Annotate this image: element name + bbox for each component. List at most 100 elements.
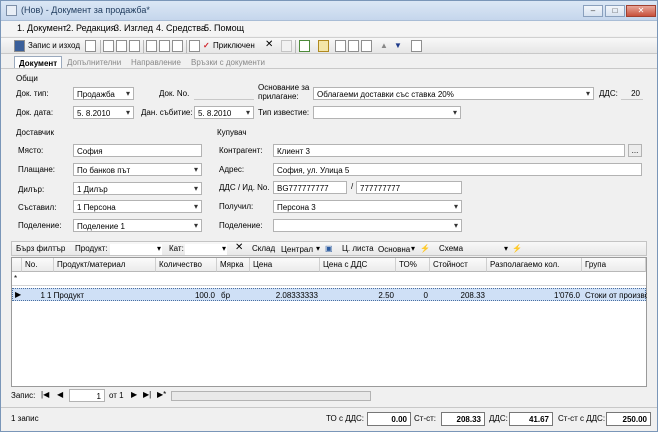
new-record-icon[interactable]: ▶* xyxy=(157,390,166,399)
save-icon[interactable] xyxy=(14,40,25,52)
save-new-icon[interactable] xyxy=(85,40,96,52)
menu-view[interactable]: 3. Изглед xyxy=(114,23,153,33)
price-list-lightning-icon[interactable]: ⚡ xyxy=(420,244,430,255)
column-header-no[interactable]: No. xyxy=(22,258,54,272)
product-filter-select[interactable] xyxy=(110,244,162,255)
basis-select[interactable]: Облагаеми доставки със ставка 20% xyxy=(313,87,594,100)
window-title: (Нов) - Документ за продажба* xyxy=(21,5,150,15)
column-header-price-vat[interactable]: Цена с ДДС xyxy=(320,258,396,272)
menu-edit[interactable]: 2. Редакция xyxy=(66,23,116,33)
record-count: от 1 xyxy=(109,391,124,400)
cell-available[interactable]: 1'076.0 xyxy=(488,291,580,300)
cell-discount[interactable]: 0 xyxy=(397,291,428,300)
price-list-select[interactable]: Основна xyxy=(376,244,416,255)
author-select[interactable]: 1 Персона xyxy=(73,200,202,213)
doc-date-picker[interactable]: 5. 8.2010 xyxy=(73,106,134,119)
general-section-title: Общи xyxy=(16,74,38,83)
filter-icon[interactable] xyxy=(361,40,372,52)
move-up-icon[interactable]: ▲ xyxy=(380,41,388,50)
doc-type-select[interactable]: Продажба xyxy=(73,87,134,100)
current-record-input[interactable]: 1 xyxy=(69,389,105,402)
table-row[interactable]: ▶ 1 1 Продукт 100.0 бр 2.08333333 2.50 0… xyxy=(12,288,647,301)
column-header-price[interactable]: Цена xyxy=(250,258,320,272)
menu-document[interactable]: 1. Документ xyxy=(17,23,67,33)
menu-help[interactable]: 5. Помощ xyxy=(204,23,244,33)
warehouse-select[interactable]: Централ xyxy=(279,244,321,255)
scheme-lightning-icon[interactable]: ⚡ xyxy=(512,244,522,255)
prev-record-icon[interactable]: ◀ xyxy=(57,390,63,399)
warehouse-info-icon[interactable]: ▣ xyxy=(325,244,333,255)
partner-browse-button[interactable]: ... xyxy=(628,144,642,157)
delete-icon[interactable]: ✕ xyxy=(265,39,273,50)
folder-icon[interactable] xyxy=(318,40,329,52)
print-preview-icon[interactable] xyxy=(159,40,170,52)
dealer-label: Дилър: xyxy=(18,185,45,194)
quick-filter-bar: Бърз филтър Продукт: Кат: ✕ Склад Центра… xyxy=(11,241,647,256)
copy-icon[interactable] xyxy=(103,40,114,52)
value-label: Ст-ст: xyxy=(414,414,436,423)
document-icon[interactable] xyxy=(129,40,140,52)
new-row[interactable]: * xyxy=(12,272,646,286)
payment-select[interactable]: По банков път xyxy=(73,163,202,176)
cell-quantity[interactable]: 100.0 xyxy=(157,291,215,300)
to-vat-total: 0.00 xyxy=(367,412,411,426)
supplier-division-select[interactable]: Поделение 1 xyxy=(73,219,202,232)
minimize-button[interactable]: – xyxy=(583,5,603,17)
cell-value[interactable]: 208.33 xyxy=(431,291,485,300)
last-record-icon[interactable]: ▶| xyxy=(143,390,151,399)
column-header-group[interactable]: Група xyxy=(582,258,646,272)
column-header-available[interactable]: Разполагаемо кол. xyxy=(487,258,582,272)
recipient-select[interactable]: Персона 3 xyxy=(273,200,462,213)
record-count-status: 1 запис xyxy=(11,414,39,423)
category-filter-select[interactable] xyxy=(185,244,227,255)
buyer-division-select[interactable] xyxy=(273,219,462,232)
notice-type-select[interactable] xyxy=(313,106,461,119)
paste-icon[interactable] xyxy=(116,40,127,52)
record-navigator: Запис: |◀ ◀ 1 от 1 ▶ ▶| ▶* xyxy=(11,389,647,403)
column-header-product[interactable]: Продукт/материал xyxy=(54,258,156,272)
maximize-button[interactable]: □ xyxy=(605,5,625,17)
refresh-icon[interactable] xyxy=(299,40,310,52)
help-icon[interactable] xyxy=(411,40,422,52)
tax-event-picker[interactable]: 5. 8.2010 xyxy=(194,106,254,119)
cell-no[interactable]: 1 xyxy=(23,291,45,300)
next-record-icon[interactable]: ▶ xyxy=(131,390,137,399)
id-number-input[interactable]: 777777777 xyxy=(356,181,462,194)
move-down-icon[interactable]: ▼ xyxy=(394,41,402,50)
close-button[interactable]: ✕ xyxy=(626,5,656,17)
first-record-icon[interactable]: |◀ xyxy=(41,390,49,399)
partner-input[interactable]: Клиент 3 xyxy=(273,144,625,157)
vat-number-input[interactable]: BG777777777 xyxy=(273,181,347,194)
column-header-quantity[interactable]: Количество xyxy=(156,258,217,272)
dealer-select[interactable]: 1 Дилър xyxy=(73,182,202,195)
edit-icon[interactable] xyxy=(189,40,200,52)
column-header-value[interactable]: Стойност xyxy=(430,258,487,272)
cell-price-vat[interactable]: 2.50 xyxy=(321,291,394,300)
doc-no-field[interactable] xyxy=(194,87,254,100)
clear-filter-icon[interactable]: ✕ xyxy=(235,242,243,253)
price-list-label: Ц. листа xyxy=(342,244,374,253)
tax-event-label: Дан. събитие: xyxy=(141,108,193,117)
address-input[interactable]: София, ул. Улица 5 xyxy=(273,163,642,176)
row-indicator-header xyxy=(12,258,22,272)
column-header-unit[interactable]: Мярка xyxy=(217,258,250,272)
menu-tools[interactable]: 4. Средства xyxy=(156,23,206,33)
scheme-select[interactable] xyxy=(467,244,509,255)
copy-document-icon[interactable] xyxy=(348,40,359,52)
new-document-icon[interactable] xyxy=(335,40,346,52)
cell-price[interactable]: 2.08333333 xyxy=(251,291,318,300)
address-label: Адрес: xyxy=(219,165,245,174)
finish-button[interactable]: Приключен xyxy=(213,41,255,50)
partner-label: Контрагент: xyxy=(219,146,263,155)
cell-group[interactable]: Стоки от производ xyxy=(585,291,647,300)
horizontal-scrollbar[interactable] xyxy=(171,391,371,401)
value-vat-total: 250.00 xyxy=(606,412,651,426)
cell-product[interactable]: 1 Продукт xyxy=(47,291,147,300)
save-exit-button[interactable]: Запис и изход xyxy=(28,41,80,50)
cell-unit[interactable]: бр xyxy=(221,291,249,300)
toolbar-separator xyxy=(295,40,296,53)
print-icon[interactable] xyxy=(146,40,157,52)
print-settings-icon[interactable] xyxy=(172,40,183,52)
column-header-discount[interactable]: ТО% xyxy=(396,258,430,272)
place-input[interactable]: София xyxy=(73,144,202,157)
